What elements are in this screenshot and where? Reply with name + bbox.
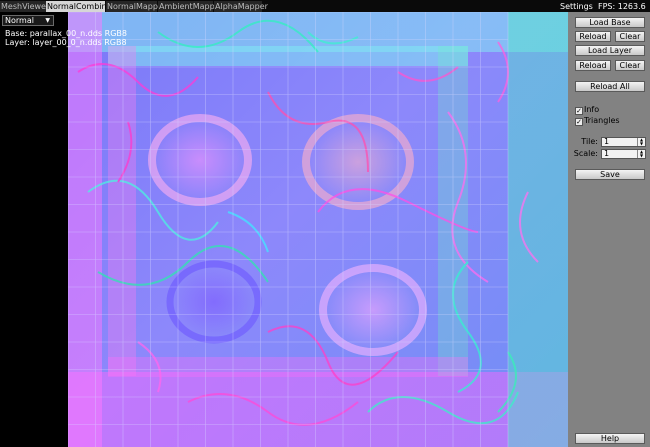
load-layer-button[interactable]: Load Layer — [575, 45, 645, 56]
spin-arrows-icon[interactable]: ▲ ▼ — [637, 150, 645, 158]
left-panel — [0, 12, 68, 447]
fps-readout: FPS: 1263.6 — [598, 2, 646, 11]
info-checkbox-label: Info — [584, 105, 600, 114]
scale-spinbox[interactable]: 1 ▲ ▼ — [601, 149, 646, 159]
checkbox-check-icon: ✓ — [575, 107, 583, 115]
tab-meshviewer[interactable]: MeshViewer — [0, 1, 49, 12]
checkbox-check-icon: ✓ — [575, 118, 583, 126]
reload-all-button[interactable]: Reload All — [575, 81, 645, 92]
settings-button[interactable]: Settings — [560, 1, 593, 12]
tab-alphamapper[interactable]: AlphaMapper — [214, 1, 268, 12]
normal-map-overlay — [68, 12, 539, 447]
scale-value: 1 — [604, 149, 610, 158]
layer-clear-button[interactable]: Clear — [615, 60, 645, 71]
tile-label: Tile: — [581, 137, 598, 146]
chevron-down-icon: ▼ — [45, 17, 50, 24]
spin-arrows-icon[interactable]: ▲ ▼ — [637, 138, 645, 146]
triangles-checkbox[interactable]: ✓ Triangles — [575, 116, 620, 126]
help-button[interactable]: Help — [575, 433, 645, 444]
bump-ring — [319, 264, 427, 356]
tab-normalcombiner[interactable]: NormalCombiner — [46, 1, 115, 12]
tab-ambientmapper[interactable]: AmbientMapper — [158, 1, 223, 12]
load-base-button[interactable]: Load Base — [575, 17, 645, 28]
scale-label: Scale: — [573, 149, 598, 158]
tile-value: 1 — [604, 137, 610, 146]
info-checkbox[interactable]: ✓ Info — [575, 105, 599, 115]
frame-left — [108, 46, 136, 376]
mode-select[interactable]: Normal ▼ — [2, 15, 54, 26]
base-clear-button[interactable]: Clear — [615, 31, 645, 42]
bump-ring — [148, 114, 252, 206]
info-base: Base: parallax_00_n.dds RGB8 — [5, 29, 127, 38]
right-panel: Load Base Reload Clear Load Layer Reload… — [568, 12, 650, 447]
bump-ring — [166, 260, 262, 344]
triangles-checkbox-label: Triangles — [584, 116, 620, 125]
info-layer: Layer: layer_00_0_n.dds RGB8 — [5, 38, 127, 47]
save-button[interactable]: Save — [575, 169, 645, 180]
base-reload-button[interactable]: Reload — [575, 31, 611, 42]
bump-ring — [302, 114, 414, 210]
layer-reload-button[interactable]: Reload — [575, 60, 611, 71]
normal-map-viewport[interactable] — [68, 12, 568, 447]
tile-spinbox[interactable]: 1 ▲ ▼ — [601, 137, 646, 147]
mode-select-value: Normal — [5, 16, 34, 25]
tab-normalmapper[interactable]: NormalMapper — [106, 1, 166, 12]
top-bar: MeshViewer NormalCombiner NormalMapper A… — [0, 0, 650, 12]
